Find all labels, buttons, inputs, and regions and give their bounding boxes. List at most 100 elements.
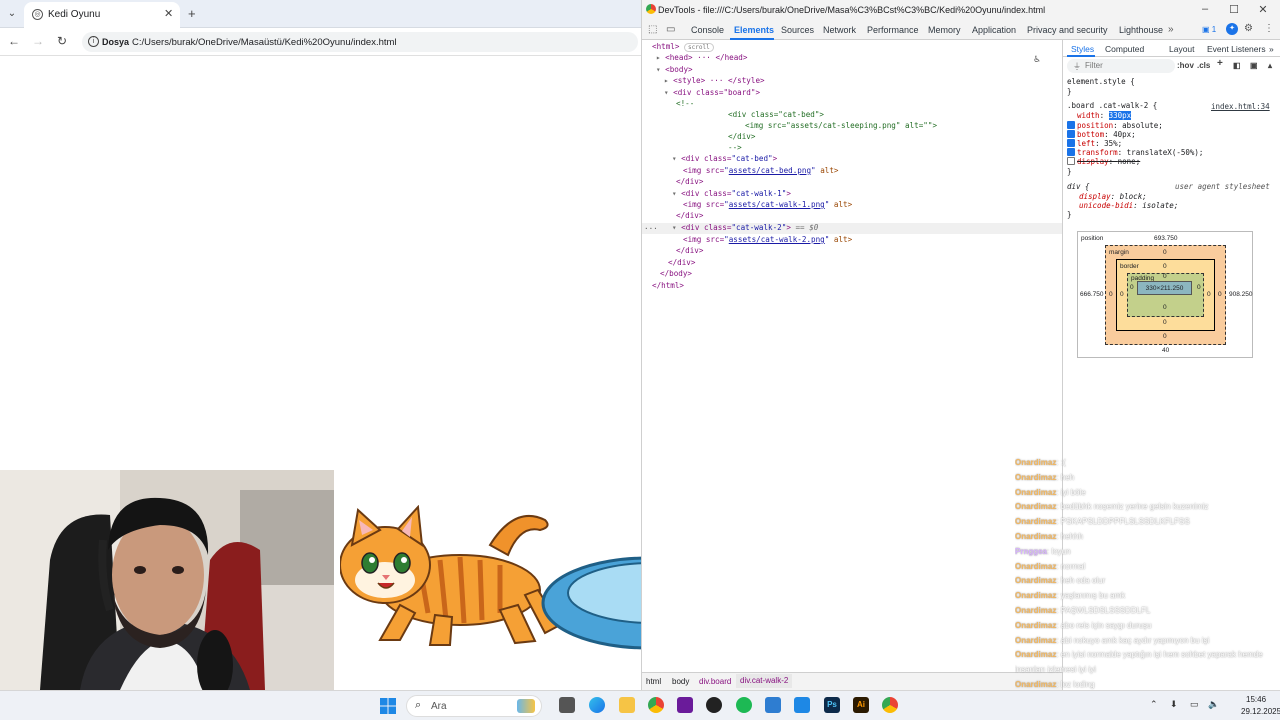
- crumb-html[interactable]: html: [646, 677, 661, 686]
- dom-walk2-div[interactable]: ▾ <div class="cat-walk-2"> == $0: [672, 223, 818, 232]
- more-tabs-icon[interactable]: »: [1168, 24, 1174, 35]
- network-icon[interactable]: ▭: [1190, 699, 1199, 710]
- tab-application[interactable]: Application: [972, 25, 1016, 35]
- ua-selector[interactable]: div {: [1067, 182, 1090, 191]
- tab-layout[interactable]: Layout: [1169, 44, 1195, 54]
- photoshop-icon[interactable]: Ps: [824, 697, 840, 713]
- rule-selector[interactable]: .board .cat-walk-2 {: [1067, 101, 1157, 110]
- cls-toggle[interactable]: .cls: [1197, 61, 1210, 70]
- dom-walk1-close[interactable]: </div>: [676, 211, 703, 220]
- obs-icon[interactable]: [706, 697, 722, 713]
- row-menu-icon[interactable]: ···: [644, 224, 658, 233]
- accessibility-icon[interactable]: ♿: [1034, 54, 1040, 65]
- crumb-board[interactable]: div.board: [699, 677, 731, 686]
- computed-toggle-icon[interactable]: ▣: [1250, 61, 1258, 70]
- decl-display-disabled[interactable]: display: none;: [1067, 157, 1140, 166]
- edge-icon[interactable]: [589, 697, 605, 713]
- address-bar[interactable]: i Dosya C:/Users/burak/OneDrive/Masaüstü…: [82, 32, 638, 52]
- new-tab-button[interactable]: +: [188, 6, 196, 21]
- gear-icon[interactable]: ⚙: [1244, 23, 1253, 34]
- forward-arrow-icon[interactable]: →: [30, 34, 46, 48]
- clock-time[interactable]: 15:46: [1246, 695, 1266, 704]
- decl-bottom[interactable]: bottom: 40px;: [1067, 130, 1136, 139]
- ua-decl-display[interactable]: display: block;: [1079, 192, 1147, 201]
- reload-icon[interactable]: ↻: [54, 34, 70, 48]
- more-panes-icon[interactable]: »: [1269, 44, 1274, 54]
- bm-position-bottom[interactable]: 40: [1162, 347, 1169, 354]
- clock-date[interactable]: 29.12.2025: [1241, 707, 1280, 716]
- tray-download-icon[interactable]: ⬇: [1170, 699, 1178, 710]
- dom-board-close[interactable]: </div>: [668, 258, 695, 267]
- bm-border-bottom[interactable]: 0: [1163, 319, 1167, 326]
- info-icon[interactable]: i: [88, 36, 99, 47]
- back-arrow-icon[interactable]: ←: [6, 34, 22, 48]
- bm-padding-left[interactable]: 0: [1130, 284, 1134, 291]
- close-tab-icon[interactable]: ✕: [164, 7, 173, 20]
- dom-walk2-close[interactable]: </div>: [676, 246, 703, 255]
- bm-content-box[interactable]: 330×211.250: [1137, 281, 1192, 295]
- tab-elements[interactable]: Elements: [734, 25, 774, 35]
- dom-body-close[interactable]: </body>: [660, 269, 692, 278]
- file-explorer-icon[interactable]: [619, 697, 635, 713]
- dom-html-close[interactable]: </html>: [652, 281, 684, 290]
- tab-network[interactable]: Network: [823, 25, 856, 35]
- bm-padding-bottom[interactable]: 0: [1163, 304, 1167, 311]
- dom-walk1-div[interactable]: ▾ <div class="cat-walk-1">: [672, 189, 791, 198]
- bm-border-left[interactable]: 0: [1120, 291, 1124, 298]
- tab-performance[interactable]: Performance: [867, 25, 919, 35]
- hov-toggle[interactable]: :hov: [1177, 61, 1194, 70]
- bm-padding-right[interactable]: 0: [1197, 284, 1201, 291]
- checkbox-bottom[interactable]: [1067, 130, 1075, 138]
- dom-walk1-img[interactable]: <img src="assets/cat-walk-1.png" alt>: [683, 200, 852, 209]
- dom-catbed-img[interactable]: <img src="assets/cat-bed.png" alt>: [683, 166, 838, 175]
- inspect-element-icon[interactable]: ⬚: [648, 24, 657, 35]
- decl-left[interactable]: left: 35%;: [1067, 139, 1122, 148]
- checkbox-transform[interactable]: [1067, 148, 1075, 156]
- tab-computed[interactable]: Computed: [1105, 44, 1144, 54]
- checkbox-display[interactable]: [1067, 157, 1075, 165]
- chrome-taskbar-icon[interactable]: [648, 697, 664, 713]
- dom-body-open[interactable]: ▾ <body>: [656, 65, 693, 74]
- dom-catbed-div[interactable]: ▾ <div class="cat-bed">: [672, 154, 777, 163]
- chrome-active-icon[interactable]: [882, 697, 898, 713]
- tab-styles[interactable]: Styles: [1071, 44, 1094, 54]
- paint-icon[interactable]: ◧: [1233, 61, 1241, 70]
- browser-tab[interactable]: ◎ Kedi Oyunu ✕: [24, 2, 180, 28]
- decl-position[interactable]: position: absolute;: [1067, 121, 1163, 130]
- bm-position-top[interactable]: 693.750: [1154, 235, 1178, 242]
- tab-privacy-security[interactable]: Privacy and security: [1027, 25, 1108, 35]
- rule-source-link[interactable]: index.html:34: [1211, 102, 1270, 111]
- kebab-menu-icon[interactable]: ⋮: [1264, 23, 1274, 34]
- bm-margin-bottom[interactable]: 0: [1163, 333, 1167, 340]
- vscode-icon[interactable]: [794, 697, 810, 713]
- url-text[interactable]: C:/Users/burak/OneDrive/Masaüstü/Kedi%20…: [132, 37, 397, 48]
- decl-transform[interactable]: transform: translateX(-50%);: [1067, 148, 1203, 157]
- decl-width[interactable]: width: 330px: [1077, 111, 1132, 120]
- kick-app-icon[interactable]: [677, 697, 693, 713]
- spotify-icon[interactable]: [736, 697, 752, 713]
- checkbox-left[interactable]: [1067, 139, 1075, 147]
- bm-position-left[interactable]: 666.750: [1080, 291, 1104, 298]
- bm-border-top[interactable]: 0: [1163, 263, 1167, 270]
- task-view-icon[interactable]: [559, 697, 575, 713]
- close-window-icon[interactable]: ✕: [1256, 3, 1270, 16]
- ua-decl-unicode[interactable]: unicode-bidi: isolate;: [1079, 201, 1178, 210]
- tray-chevron-icon[interactable]: ⌃: [1150, 699, 1158, 710]
- dom-board-open[interactable]: ▾ <div class="board">: [664, 88, 760, 97]
- tab-sources[interactable]: Sources: [781, 25, 814, 35]
- crumb-cat-walk-2[interactable]: div.cat-walk-2: [736, 674, 793, 688]
- bm-margin-left[interactable]: 0: [1109, 291, 1113, 298]
- bm-border-right[interactable]: 0: [1207, 291, 1211, 298]
- dom-catbed-close[interactable]: </div>: [676, 177, 703, 186]
- tab-lighthouse[interactable]: Lighthouse: [1119, 25, 1163, 35]
- dom-comment-open[interactable]: <!--: [676, 99, 694, 108]
- styles-filter-input[interactable]: ⏚ Filter: [1067, 59, 1175, 73]
- scroll-up-icon[interactable]: ▴: [1268, 61, 1272, 70]
- device-toolbar-icon[interactable]: ▭: [666, 24, 675, 35]
- volume-icon[interactable]: 🔈: [1208, 699, 1219, 710]
- tab-console[interactable]: Console: [691, 25, 724, 35]
- maximize-icon[interactable]: ☐: [1227, 3, 1241, 16]
- dom-style[interactable]: ▸ <style> ··· </style>: [664, 76, 765, 85]
- tab-search-chevron-icon[interactable]: ⌄: [4, 6, 20, 22]
- tab-memory[interactable]: Memory: [928, 25, 961, 35]
